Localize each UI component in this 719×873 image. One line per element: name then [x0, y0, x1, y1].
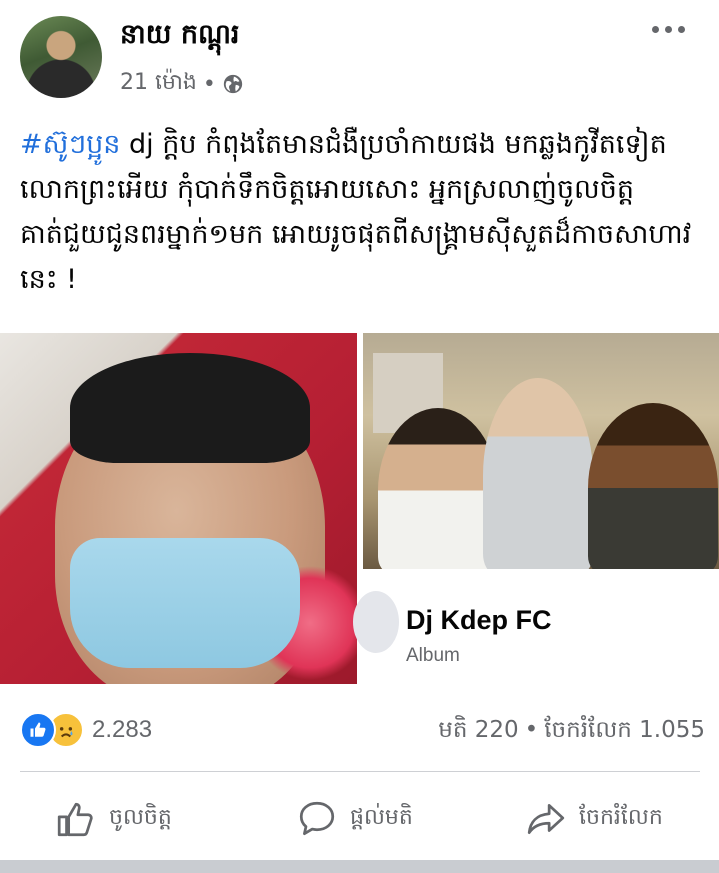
more-dot [651, 25, 659, 33]
album-card[interactable]: Dj Kdep FC Album [353, 569, 719, 684]
post-actions-bar: ចូលចិត្ត ផ្តល់មតិ ចែករំលែក [0, 790, 719, 854]
actions-divider [20, 771, 700, 772]
post-photo-left[interactable] [0, 333, 357, 684]
thumbs-up-outline-icon [57, 802, 93, 837]
post-body: dj ក្តិប កំពុងតែមានជំងឺប្រចាំកាយផង មកឆ្ល… [20, 129, 692, 295]
more-options-button[interactable] [648, 18, 688, 40]
post-meta: 21 ម៉ោង • [120, 68, 244, 100]
author-avatar[interactable] [20, 16, 102, 98]
feed-separator [0, 860, 719, 873]
reactions-summary[interactable]: 2.283 [20, 712, 152, 748]
photo-person [588, 403, 718, 569]
meta-separator: • [202, 71, 216, 97]
more-dot [664, 25, 672, 33]
engagement-counts: មតិ 220 • ចែករំលែក 1.055 [438, 716, 705, 749]
shares-count[interactable]: ចែករំលែក 1.055 [544, 717, 705, 743]
album-title[interactable]: Dj Kdep FC [406, 605, 552, 636]
post-stats: 2.283 មតិ 220 • ចែករំលែក 1.055 [20, 706, 705, 750]
comments-count[interactable]: មតិ 220 [438, 717, 518, 743]
more-dot [677, 25, 685, 33]
comment-bubble-icon [299, 801, 335, 836]
thumbs-up-icon [30, 722, 46, 737]
like-label: ចូលចិត្ត [109, 805, 172, 830]
sad-face-icon [59, 727, 73, 738]
author-name[interactable]: នាយ កណ្តុរ [120, 18, 239, 57]
photo-person [378, 408, 498, 569]
album-page-avatar [353, 591, 399, 653]
hashtag-link[interactable]: #ស៊ូៗប្អូន [20, 129, 120, 160]
counts-separator: • [524, 717, 539, 743]
share-button[interactable]: ចែករំលែក [525, 798, 663, 840]
photo-person [483, 378, 593, 569]
post-photo-right[interactable] [363, 333, 719, 569]
share-label: ចែករំលែក [579, 805, 663, 830]
album-subtitle: Album [406, 645, 460, 666]
comment-label: ផ្តល់មតិ [350, 805, 413, 830]
globe-icon [223, 74, 243, 94]
like-button[interactable]: ចូលចិត្ត [55, 798, 172, 840]
photo-face-mask [70, 538, 300, 668]
reactions-count: 2.283 [92, 716, 153, 743]
post-header: នាយ កណ្តុរ 21 ម៉ោង • [0, 0, 719, 110]
photo-hair [70, 353, 310, 463]
like-reaction-icon [20, 712, 56, 748]
comment-button[interactable]: ផ្តល់មតិ [296, 798, 413, 840]
post-time[interactable]: 21 ម៉ោង [120, 68, 197, 100]
post-text: #ស៊ូៗប្អូន dj ក្តិប កំពុងតែមានជំងឺប្រចាំ… [20, 122, 710, 302]
share-arrow-icon [527, 803, 565, 835]
